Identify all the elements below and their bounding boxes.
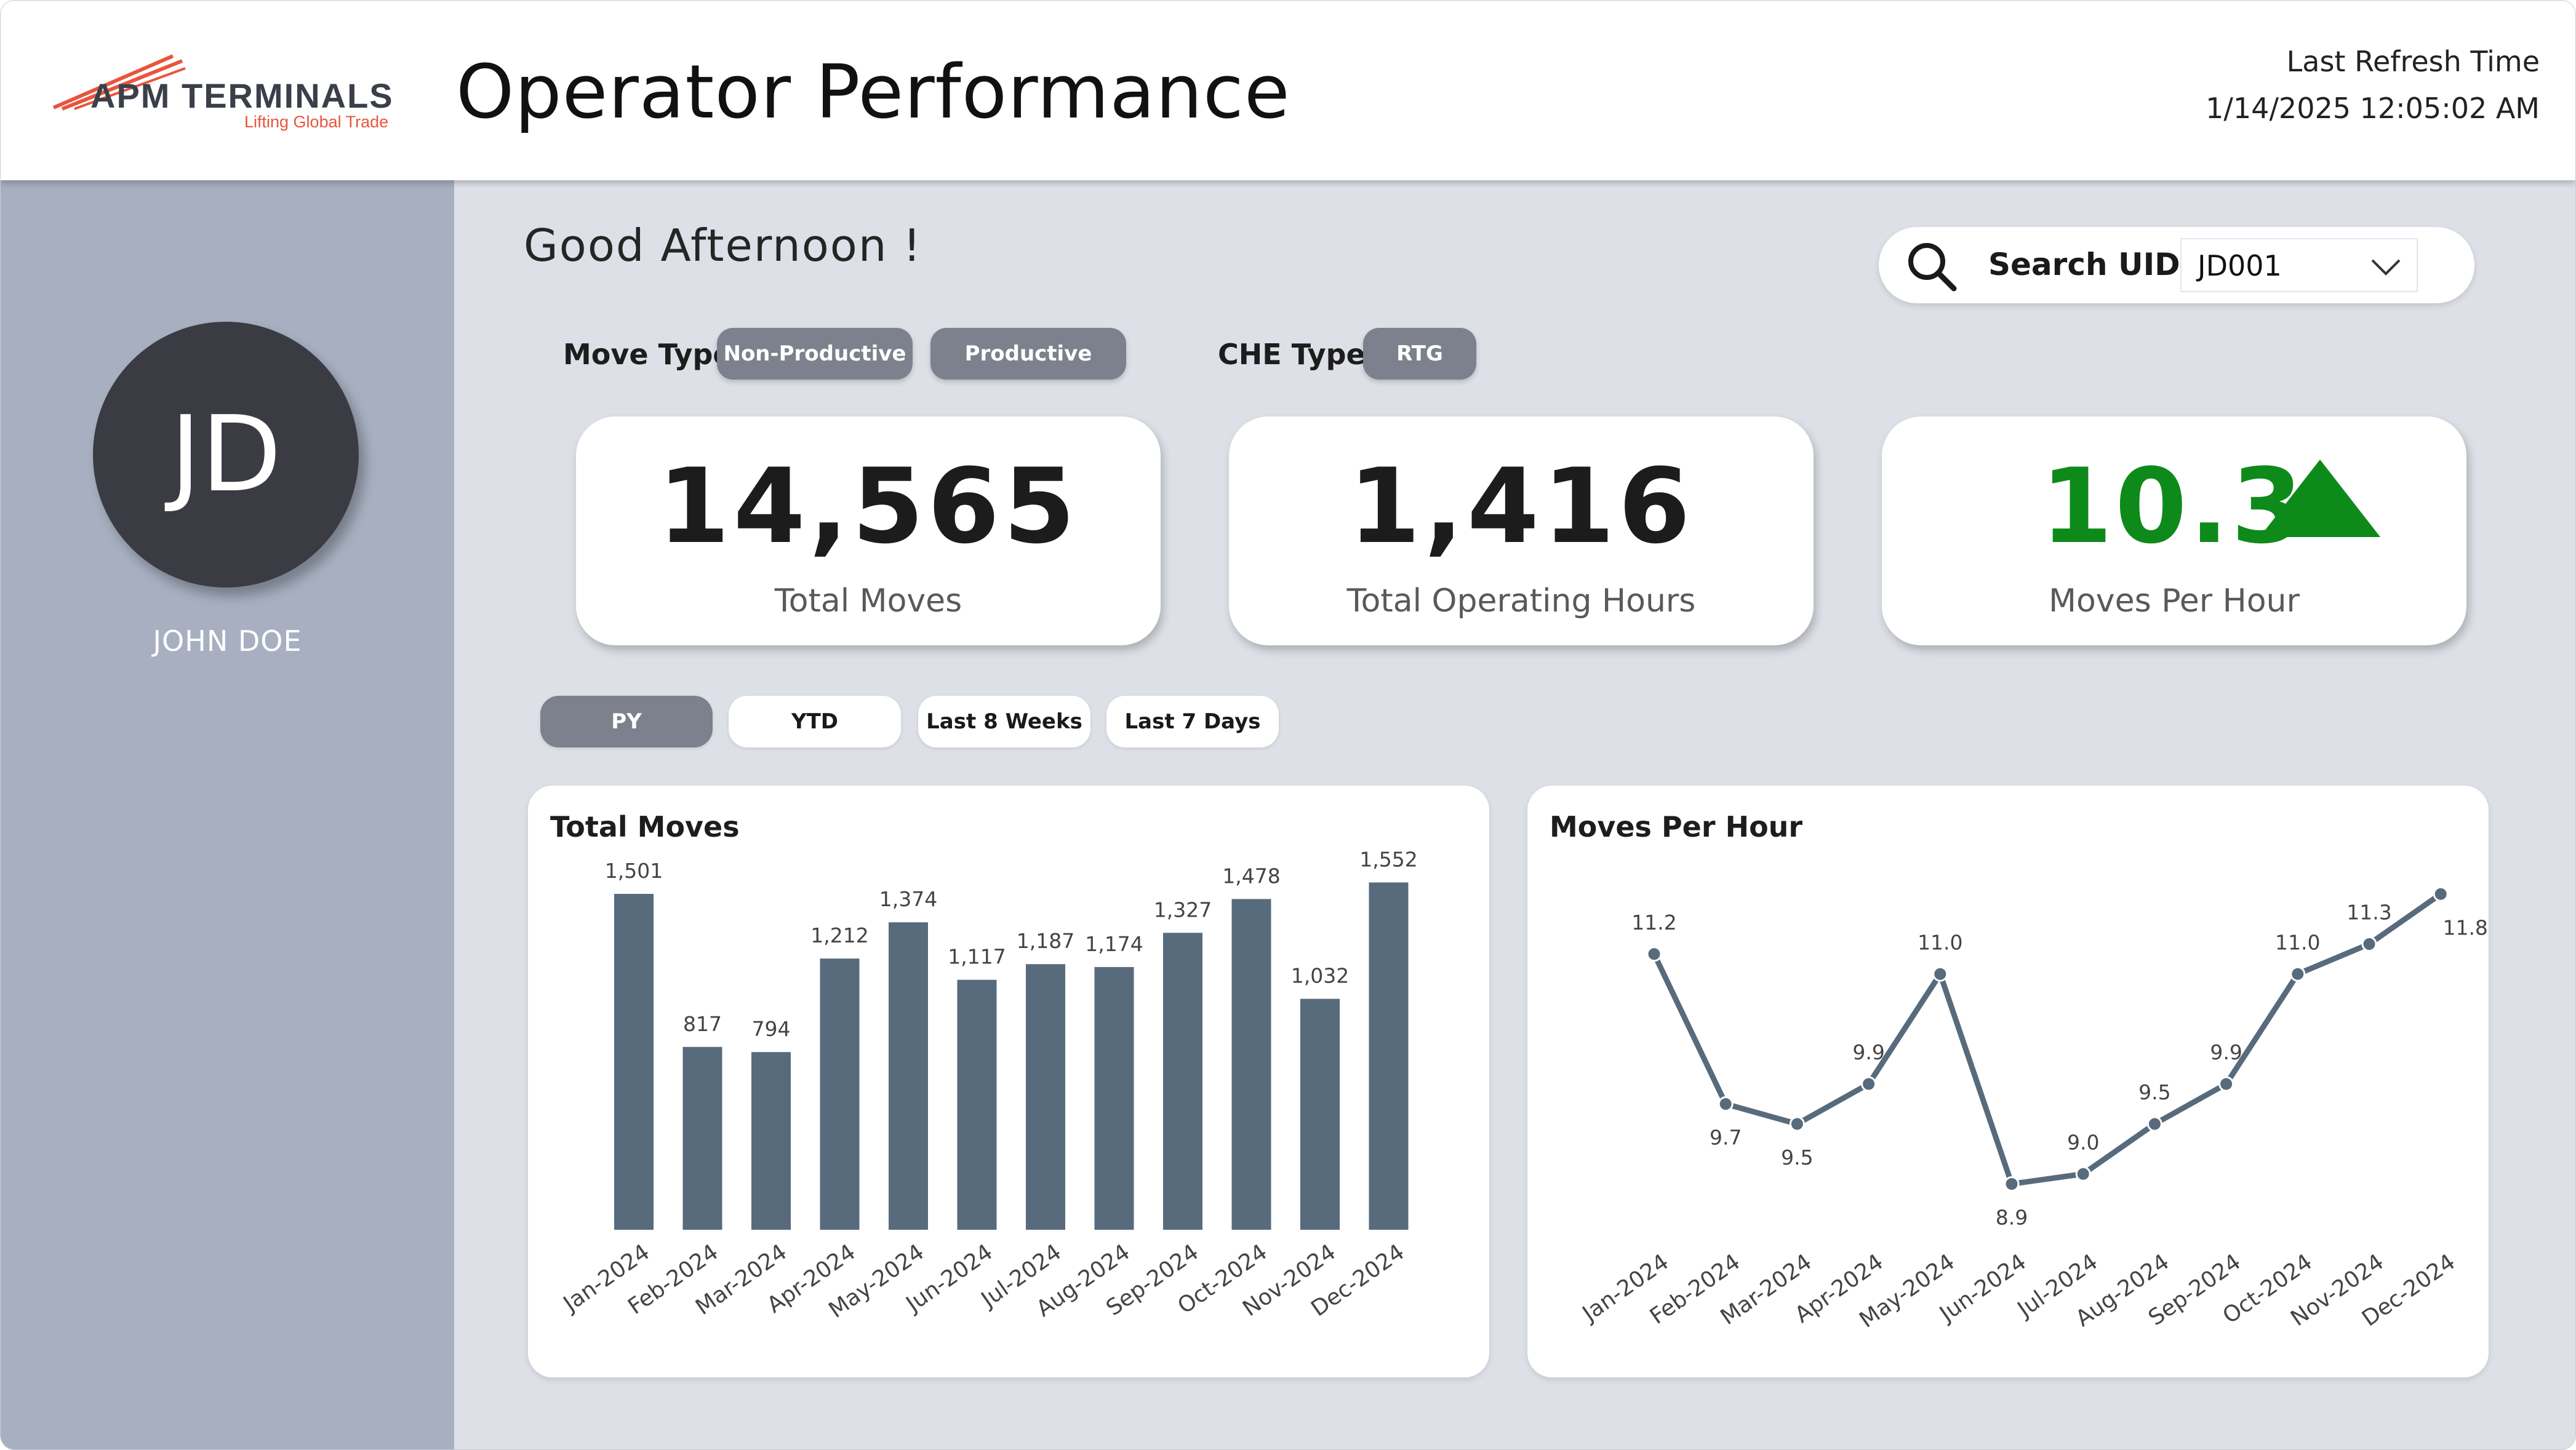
operating-hours-value: 1,416 [1348, 446, 1694, 567]
user-name: JOHN DOE [153, 624, 302, 658]
bar-data-label: 1,187 [1017, 929, 1074, 953]
bar-data-label: 1,032 [1291, 964, 1349, 988]
point-feb-2024[interactable] [1718, 1096, 1734, 1112]
bar-apr-2024[interactable] [820, 958, 860, 1230]
point-nov-2024[interactable] [2361, 936, 2377, 952]
point-data-label: 11.8 [2442, 915, 2487, 939]
point-data-label: 9.0 [2067, 1130, 2099, 1154]
search-uid-box: Search UID: JD001 [1879, 227, 2474, 303]
bar-data-label: 1,174 [1085, 932, 1143, 956]
bar-jan-2024[interactable] [614, 894, 654, 1230]
total-moves-bar-chart: 1,501Jan-2024817Feb-2024794Mar-20241,212… [558, 847, 1418, 1323]
bar-data-label: 1,117 [948, 945, 1006, 969]
greeting: Good Afternoon ! [524, 220, 922, 271]
sidebar: JD JOHN DOE [1, 180, 454, 1449]
bar-may-2024[interactable] [889, 922, 928, 1230]
dashboard-frame: APM TERMINALS Lifting Global Trade Opera… [0, 0, 2576, 1450]
point-mar-2024[interactable] [1789, 1116, 1805, 1132]
chevron-down-icon [2371, 259, 2401, 276]
point-aug-2024[interactable] [2146, 1116, 2162, 1132]
total-moves-value: 14,565 [657, 446, 1079, 567]
moves-per-hour-chart-card: Moves Per Hour 11.2 Jan-2024 9.7 Feb-2024 9.… [1527, 786, 2489, 1377]
moves-per-hour-label: Moves Per Hour [2049, 583, 2300, 619]
logo-tagline: Lifting Global Trade [244, 113, 389, 131]
refresh-timestamp: 1/14/2025 12:05:02 AM [2206, 92, 2540, 125]
apm-terminals-logo: APM TERMINALS Lifting Global Trade [50, 51, 401, 137]
kpi-card-total-moves: 14,565 Total Moves [576, 416, 1161, 645]
bar-sep-2024[interactable] [1163, 933, 1202, 1230]
period-button-last-7-days[interactable]: Last 7 Days [1106, 696, 1279, 747]
avatar: JD [93, 322, 359, 588]
kpi-card-moves-per-hour: 10.3 Moves Per Hour [1882, 416, 2466, 645]
header: APM TERMINALS Lifting Global Trade Opera… [1, 1, 2575, 180]
point-sep-2024[interactable] [2218, 1076, 2234, 1092]
period-button-last-8-weeks[interactable]: Last 8 Weeks [918, 696, 1090, 747]
trend-up-arrow-icon [2260, 460, 2380, 537]
bar-data-label: 1,327 [1154, 898, 1212, 922]
uid-selected-value: JD001 [2198, 249, 2282, 282]
bar-mar-2024[interactable] [751, 1052, 791, 1230]
point-data-label: 11.3 [2346, 901, 2391, 925]
operating-hours-label: Total Operating Hours [1346, 583, 1696, 619]
point-apr-2024[interactable] [1861, 1076, 1877, 1092]
point-jul-2024[interactable] [2075, 1166, 2091, 1182]
bar-nov-2024[interactable] [1300, 998, 1340, 1230]
che-type-label: CHE Type: [1218, 338, 1377, 371]
bar-dec-2024[interactable] [1369, 882, 1409, 1230]
period-button-py[interactable]: PY [540, 696, 713, 747]
moves-per-hour-line-chart: 11.2Jan-20249.7Feb-20249.5Mar-20249.9Apr… [1577, 886, 2488, 1333]
point-data-label: 9.9 [2210, 1040, 2242, 1064]
period-button-ytd[interactable]: YTD [729, 696, 901, 747]
point-may-2024[interactable] [1932, 966, 1948, 982]
chip-non-productive[interactable]: Non-Productive [717, 328, 913, 380]
point-data-label: 9.9 [1852, 1040, 1884, 1064]
search-icon[interactable] [1905, 239, 1958, 292]
bar-data-label: 1,478 [1222, 864, 1280, 888]
bar-jul-2024[interactable] [1026, 964, 1065, 1230]
page-title: Operator Performance [456, 50, 1290, 135]
bar-data-label: 794 [752, 1017, 791, 1041]
point-data-label: 11.0 [2275, 930, 2320, 954]
bar-aug-2024[interactable] [1094, 966, 1134, 1230]
search-uid-label: Search UID: [1988, 247, 2193, 282]
point-data-label: 9.5 [2138, 1080, 2170, 1104]
point-data-label: 9.5 [1781, 1145, 1813, 1169]
bar-data-label: 817 [683, 1012, 722, 1036]
bar-data-label: 1,374 [879, 887, 937, 911]
point-data-label: 8.9 [1996, 1206, 2028, 1230]
bar-feb-2024[interactable] [682, 1046, 722, 1230]
bar-data-label: 1,501 [605, 859, 663, 883]
bar-jun-2024[interactable] [957, 979, 997, 1230]
kpi-card-operating-hours: 1,416 Total Operating Hours [1229, 416, 1814, 645]
chip-productive[interactable]: Productive [930, 328, 1126, 380]
refresh-label: Last Refresh Time [2286, 45, 2540, 78]
total-moves-label: Total Moves [774, 583, 962, 619]
logo-name: APM TERMINALS [90, 76, 394, 115]
point-data-label: 11.0 [1918, 930, 1962, 954]
point-data-label: 9.7 [1710, 1126, 1742, 1150]
point-oct-2024[interactable] [2290, 966, 2306, 982]
total-moves-chart-card: Total Moves 1,501 Jan-2024 817 Feb-2024 794 M… [528, 786, 1489, 1377]
point-jan-2024[interactable] [1646, 946, 1662, 962]
bar-data-label: 1,212 [810, 923, 868, 947]
moves-per-hour-series-line [1651, 891, 2444, 1187]
point-jun-2024[interactable] [2004, 1176, 2020, 1192]
bar-data-label: 1,552 [1359, 847, 1417, 871]
point-dec-2024[interactable] [2433, 886, 2449, 902]
uid-dropdown[interactable]: JD001 [2180, 238, 2418, 292]
bar-oct-2024[interactable] [1231, 899, 1271, 1230]
chip-rtg[interactable]: RTG [1363, 328, 1476, 380]
point-data-label: 11.2 [1631, 910, 1676, 934]
